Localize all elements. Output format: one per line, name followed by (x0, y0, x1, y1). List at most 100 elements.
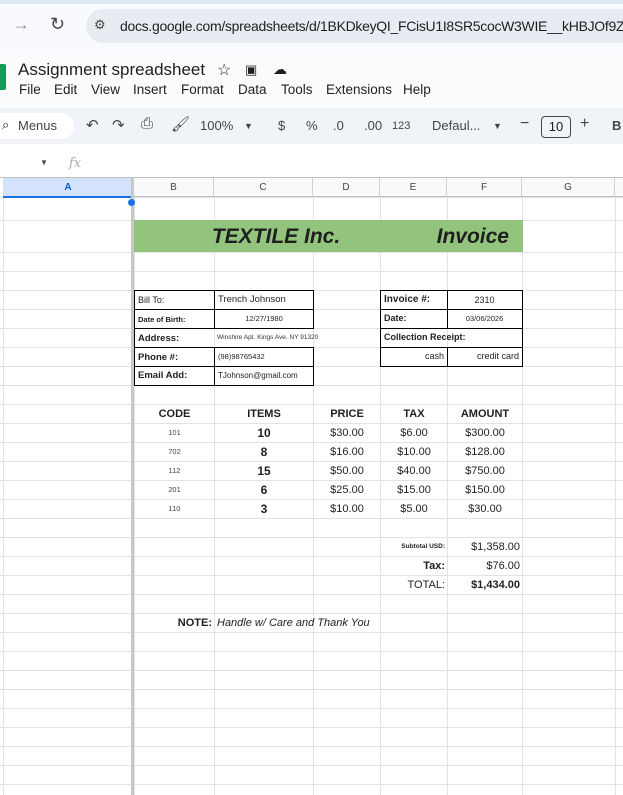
table-cell: 8 (260, 445, 268, 459)
chevron-down-icon: ▼ (244, 121, 253, 131)
value-phone: (98)98765432 (214, 347, 314, 367)
formula-bar (0, 152, 623, 178)
gridline (0, 271, 623, 272)
column-header-a[interactable]: A (3, 178, 134, 197)
value-dob: 12/27/1980 (214, 309, 314, 329)
table-cell: 3 (260, 502, 268, 516)
column-header-g[interactable]: G (522, 178, 615, 197)
gridline (0, 537, 623, 538)
table-cell: 110 (168, 504, 181, 514)
table-cell: $50.00 (330, 464, 364, 477)
table-cell: $300.00 (465, 426, 505, 439)
menu-help[interactable]: Help (403, 82, 431, 97)
label-email: Email Add: (134, 366, 215, 386)
table-cell: 201 (168, 485, 181, 495)
search-icon: ⌕ (2, 117, 10, 132)
font-size-input[interactable]: 10 (541, 116, 571, 138)
freeze-divider[interactable] (131, 178, 134, 795)
value-invoice-no: 2310 (447, 290, 523, 310)
menu-search[interactable]: Menus (0, 113, 74, 139)
value-date: 03/06/2026 (447, 309, 523, 329)
menu-insert[interactable]: Insert (133, 82, 167, 97)
sheets-logo-icon[interactable] (0, 64, 6, 90)
option-cash: cash (380, 347, 448, 367)
column-header-h[interactable] (615, 178, 623, 197)
label-bill_to: Bill To: (134, 290, 215, 310)
table-cell: $40.00 (397, 464, 431, 477)
table-cell: 10 (257, 426, 271, 440)
print-icon[interactable]: ⎙ (141, 115, 153, 132)
decrease-decimal-button[interactable]: .0 (333, 118, 344, 133)
move-folder-icon[interactable]: ▣ (245, 62, 257, 78)
redo-icon[interactable]: ↷ (112, 116, 125, 134)
zoom-select[interactable]: 100% (200, 118, 233, 133)
star-icon[interactable]: ☆ (217, 60, 231, 80)
selection-border (3, 196, 131, 198)
menu-file[interactable]: File (19, 82, 41, 97)
value-address: Winshire Apt. Kings Ave. NY 91320 (217, 333, 319, 341)
gridline (0, 746, 623, 747)
label-invoice-no: Invoice #: (380, 290, 448, 310)
table-cell: $128.00 (465, 445, 505, 458)
menu-data[interactable]: Data (238, 82, 267, 97)
tab-strip (0, 0, 623, 4)
note-text: Handle w/ Care and Thank You (217, 616, 370, 629)
percent-button[interactable]: % (306, 118, 318, 133)
label-date: Date: (380, 309, 448, 329)
table-cell: 702 (168, 447, 181, 457)
gridline (0, 556, 623, 557)
label-dob: Date of Birth: (134, 309, 215, 329)
table-cell: $150.00 (465, 483, 505, 496)
currency-button[interactable]: $ (278, 118, 285, 133)
gridline (615, 197, 616, 795)
decrease-font-icon[interactable]: − (520, 115, 529, 133)
table-cell: $15.00 (397, 483, 431, 496)
column-header-d[interactable]: D (313, 178, 380, 197)
cloud-status-icon[interactable]: ☁ (273, 61, 287, 78)
increase-font-icon[interactable]: + (580, 115, 589, 133)
more-formats-button[interactable]: 123 (392, 120, 410, 132)
font-select[interactable]: Defaul... (432, 118, 480, 133)
value-total: $1,434.00 (471, 578, 520, 591)
column-header-e[interactable]: E (380, 178, 447, 197)
label-collection-receipt: Collection Receipt: (380, 328, 523, 348)
value-subtotal: $1,358.00 (471, 540, 520, 553)
gridline (0, 784, 623, 785)
table-header: TAX (403, 407, 425, 420)
chevron-down-icon: ▼ (493, 121, 502, 131)
column-header-c[interactable]: C (214, 178, 313, 197)
site-info-icon[interactable]: ⚙ (94, 17, 106, 33)
label-total: TOTAL: (407, 578, 446, 591)
column-header-b[interactable]: B (134, 178, 214, 197)
table-cell: 6 (260, 483, 268, 497)
bold-button[interactable]: B (612, 118, 621, 133)
menu-edit[interactable]: Edit (54, 82, 77, 97)
table-cell: $16.00 (330, 445, 364, 458)
menu-format[interactable]: Format (181, 82, 224, 97)
menu-extensions[interactable]: Extensions (326, 82, 392, 97)
option-credit-card: credit card (447, 347, 523, 367)
increase-decimal-button[interactable]: .00 (364, 118, 382, 133)
reload-icon[interactable]: ↻ (50, 14, 65, 35)
table-cell: $25.00 (330, 483, 364, 496)
fx-icon: fx (69, 156, 82, 171)
forward-icon[interactable]: → (12, 14, 30, 35)
table-header: ITEMS (247, 407, 281, 420)
table-header: AMOUNT (460, 407, 510, 420)
column-header-f[interactable]: F (447, 178, 522, 197)
paint-format-icon[interactable]: 🖌 (171, 115, 190, 133)
menu-tools[interactable]: Tools (281, 82, 313, 97)
table-cell: $750.00 (465, 464, 505, 477)
value-bill_to: Trench Johnson (214, 290, 314, 310)
gridline (0, 594, 623, 595)
undo-icon[interactable]: ↶ (86, 116, 99, 134)
document-title[interactable]: Assignment spreadsheet (18, 60, 205, 80)
gridline (0, 670, 623, 671)
gridline (0, 727, 623, 728)
url-text[interactable]: docs.google.com/spreadsheets/d/1BKDkeyQI… (120, 18, 623, 34)
selection-handle[interactable] (128, 199, 135, 206)
menu-view[interactable]: View (91, 82, 120, 97)
gridline (0, 708, 623, 709)
value-email: TJohnson@gmail.com (214, 366, 314, 386)
name-box-dropdown-icon[interactable]: ▼ (40, 158, 48, 167)
